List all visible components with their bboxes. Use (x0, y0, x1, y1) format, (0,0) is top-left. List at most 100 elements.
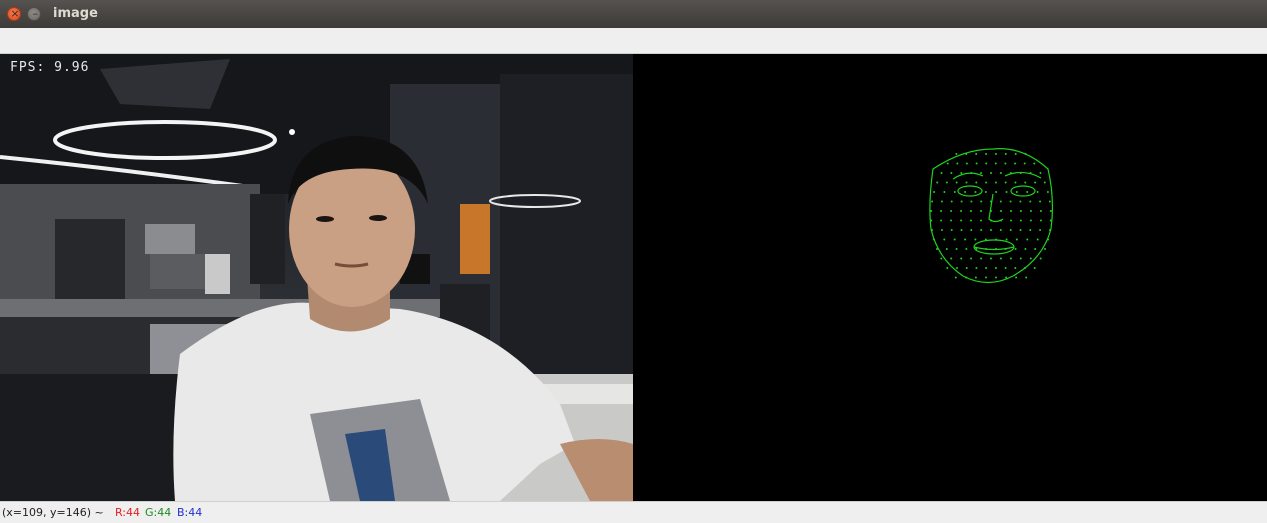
status-bar: (x=109, y=146) ~ R:44 G:44 B:44 (0, 501, 1267, 523)
mesh-point (1019, 257, 1022, 260)
mesh-point (980, 219, 982, 222)
mesh-point (965, 181, 968, 184)
mesh-point (1047, 238, 1050, 241)
mesh-point (960, 172, 963, 174)
nose (988, 193, 1004, 223)
mesh-point (965, 153, 968, 155)
mesh-point (1029, 219, 1032, 222)
mesh-point (931, 200, 934, 203)
mesh-point (950, 257, 953, 260)
mesh-point (1043, 181, 1046, 184)
mesh-point (940, 172, 943, 174)
mesh-point (930, 210, 933, 212)
mesh-point (1000, 210, 1002, 212)
mesh-point (1019, 172, 1022, 174)
right-eye (1010, 185, 1036, 197)
mesh-point (1019, 210, 1022, 212)
mesh-point (1029, 172, 1032, 174)
mesh-point (1039, 257, 1042, 260)
mesh-point (1036, 238, 1039, 241)
mesh-point (975, 153, 978, 155)
mesh-point (933, 191, 936, 193)
mesh-point (930, 219, 933, 222)
mesh-point (999, 200, 1002, 203)
mesh-point (1010, 219, 1012, 222)
mesh-point (943, 238, 946, 241)
mesh-point (932, 238, 935, 241)
camera-view: FPS: 9.96 (0, 54, 633, 501)
mesh-point (954, 276, 957, 279)
mesh-point (956, 162, 959, 165)
mesh-point (960, 257, 963, 260)
mesh-point (999, 257, 1002, 260)
close-icon[interactable]: × (7, 7, 21, 21)
mesh-point (970, 210, 972, 212)
cursor-coords: (x=109, y=146) ~ (2, 506, 104, 519)
mesh-point (1029, 210, 1032, 212)
mesh-point (980, 229, 983, 231)
mesh-point (965, 267, 968, 269)
mesh-point (1034, 181, 1037, 184)
mesh-point (1039, 219, 1042, 222)
mesh-point (1048, 200, 1051, 203)
mesh-point (1019, 219, 1022, 222)
mesh-point (1039, 172, 1042, 174)
mesh-point (990, 200, 992, 203)
mesh-point (1049, 229, 1051, 231)
mesh-point (1000, 219, 1002, 222)
mesh-point (990, 210, 992, 212)
mesh-point (964, 276, 967, 279)
mesh-point (1019, 229, 1022, 231)
mouth (973, 239, 1015, 255)
mesh-point (964, 191, 967, 193)
mesh-point (970, 219, 972, 222)
mesh-point (1004, 248, 1007, 250)
mesh-point (990, 257, 992, 260)
mesh-point (940, 200, 943, 203)
left-eyebrow (952, 172, 984, 180)
mesh-point (946, 162, 949, 165)
mesh-point (946, 267, 949, 269)
mesh-point (940, 219, 943, 222)
camera-scene (0, 54, 633, 501)
mesh-point (950, 200, 953, 203)
mesh-point (1015, 238, 1018, 241)
mesh-point (950, 210, 953, 212)
mesh-point (1039, 200, 1042, 203)
mesh-point (965, 248, 968, 250)
mesh-point (1025, 276, 1028, 279)
mesh-point (943, 191, 946, 193)
face-mesh-wireframe (929, 148, 1054, 284)
mesh-point (994, 153, 997, 155)
mesh-point (1026, 191, 1029, 193)
mesh-point (990, 229, 992, 231)
mesh-point (975, 162, 978, 165)
mesh-point (994, 162, 997, 165)
mesh-point (945, 181, 948, 184)
mesh-point (1005, 276, 1008, 279)
mesh-point (960, 219, 963, 222)
mesh-point (970, 229, 973, 231)
mesh-point (964, 238, 967, 241)
mesh-point (985, 267, 988, 269)
image-canvas[interactable]: FPS: 9.96 (0, 54, 1267, 501)
mesh-point (1014, 162, 1017, 165)
mesh-point (1049, 210, 1052, 212)
mesh-point (984, 191, 987, 193)
pixel-green-value: G:44 (145, 506, 172, 519)
mesh-point (985, 248, 988, 250)
minimize-icon[interactable]: – (27, 7, 41, 21)
mesh-point (1004, 153, 1007, 155)
mesh-point (1044, 248, 1046, 250)
pixel-red-value: R:44 (115, 506, 141, 519)
mesh-point (995, 238, 998, 241)
mesh-point (955, 153, 958, 155)
title-bar[interactable]: × – image (0, 0, 1267, 28)
mesh-point (1046, 191, 1049, 193)
mesh-point (955, 248, 958, 250)
mesh-point (950, 229, 953, 231)
mesh-point (960, 200, 963, 203)
mesh-point (1014, 181, 1017, 184)
mesh-point (975, 248, 978, 250)
mesh-point (1024, 181, 1027, 184)
